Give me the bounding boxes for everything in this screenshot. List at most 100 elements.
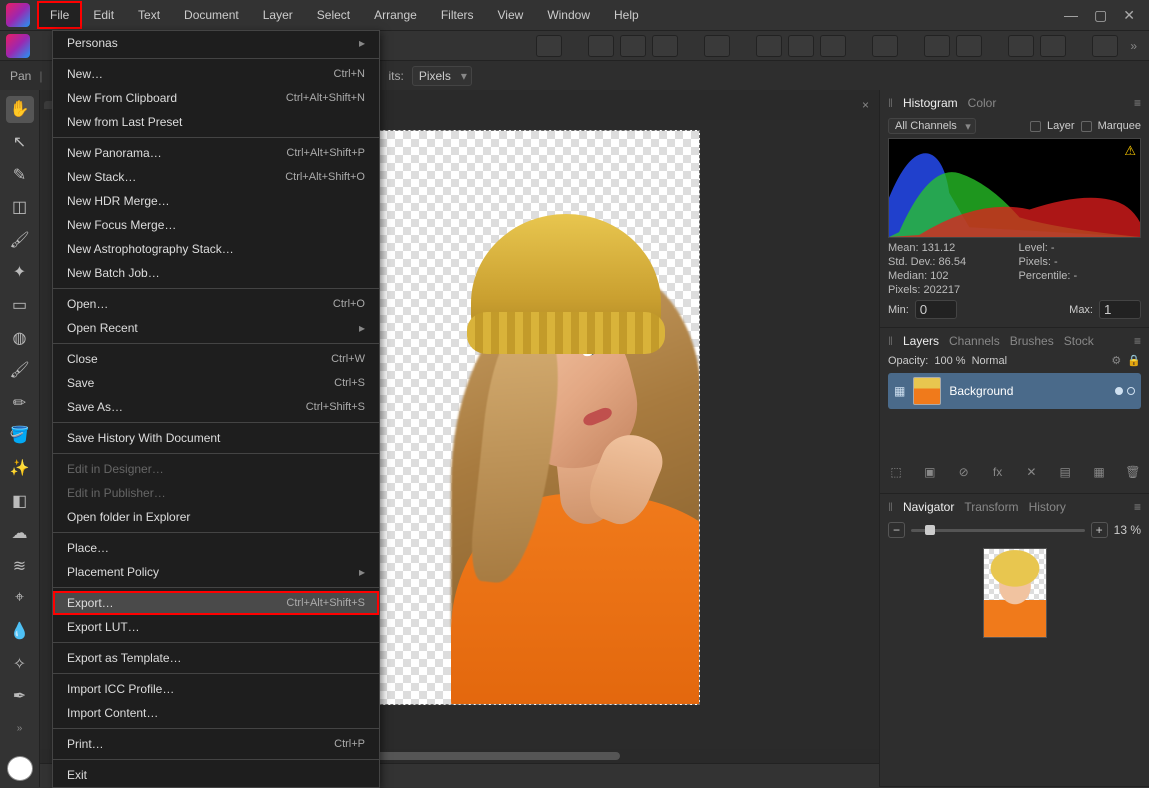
- menu-item-export-as-template[interactable]: Export as Template…: [53, 646, 379, 670]
- toolbar-button-5[interactable]: [704, 35, 730, 57]
- selection-brush-icon[interactable]: 🖌: [6, 226, 34, 253]
- panel-menu-icon[interactable]: ≡: [1134, 96, 1141, 110]
- menu-item-new-stack[interactable]: New Stack…Ctrl+Alt+Shift+O: [53, 165, 379, 189]
- toolbar-button-10[interactable]: [924, 35, 950, 57]
- menu-document[interactable]: Document: [172, 2, 251, 28]
- menu-arrange[interactable]: Arrange: [362, 2, 429, 28]
- min-input[interactable]: [915, 300, 957, 319]
- tab-stock[interactable]: Stock: [1064, 334, 1094, 348]
- zoom-out-button[interactable]: −: [888, 522, 905, 538]
- gear-icon[interactable]: ⚙: [1111, 354, 1121, 367]
- menu-item-close[interactable]: CloseCtrl+W: [53, 347, 379, 371]
- menu-edit[interactable]: Edit: [81, 2, 126, 28]
- navigator-thumbnail[interactable]: [983, 548, 1047, 638]
- hand-icon[interactable]: ✋: [6, 96, 34, 123]
- menu-item-new-batch-job[interactable]: New Batch Job…: [53, 261, 379, 285]
- toolbar-button-13[interactable]: [1040, 35, 1066, 57]
- magic-wand-icon[interactable]: ✦: [6, 259, 34, 286]
- menu-item-export-lut[interactable]: Export LUT…: [53, 615, 379, 639]
- menu-item-new-hdr-merge[interactable]: New HDR Merge…: [53, 189, 379, 213]
- menu-file[interactable]: File: [38, 2, 81, 28]
- units-select[interactable]: Pixels: [412, 66, 472, 86]
- toolbar-button-1[interactable]: [536, 35, 562, 57]
- menu-item-print[interactable]: Print…Ctrl+P: [53, 732, 379, 756]
- menu-text[interactable]: Text: [126, 2, 172, 28]
- close-window-button[interactable]: ✕: [1123, 7, 1135, 24]
- tab-navigator[interactable]: Navigator: [903, 500, 954, 514]
- layer-action-2[interactable]: ⊘: [956, 465, 972, 479]
- menu-item-open-folder-in-explorer[interactable]: Open folder in Explorer: [53, 505, 379, 529]
- marquee-icon[interactable]: ▭: [6, 292, 34, 319]
- flood-select-icon[interactable]: ◍: [6, 324, 34, 351]
- menu-item-open-recent[interactable]: Open Recent: [53, 316, 379, 340]
- sparkle-icon[interactable]: ✨: [6, 455, 34, 482]
- minimize-button[interactable]: —: [1064, 7, 1078, 24]
- fill-icon[interactable]: 🪣: [6, 422, 34, 449]
- menu-item-export[interactable]: Export…Ctrl+Alt+Shift+S: [53, 591, 379, 615]
- tools-overflow-icon[interactable]: »: [6, 716, 34, 743]
- opacity-select[interactable]: 100 %: [934, 355, 965, 367]
- menu-item-import-content[interactable]: Import Content…: [53, 701, 379, 725]
- toolbar-button-4[interactable]: [652, 35, 678, 57]
- tab-history[interactable]: History: [1029, 500, 1066, 514]
- menu-item-new-panorama[interactable]: New Panorama…Ctrl+Alt+Shift+P: [53, 141, 379, 165]
- layer-action-4[interactable]: ✕: [1023, 465, 1039, 479]
- color-picker-icon[interactable]: ✎: [6, 161, 34, 188]
- menu-item-save[interactable]: SaveCtrl+S: [53, 371, 379, 395]
- sponge-icon[interactable]: ☁: [6, 520, 34, 547]
- crop-icon[interactable]: ◫: [6, 194, 34, 221]
- toolbar-overflow-icon[interactable]: »: [1124, 39, 1143, 53]
- toolbar-button-9[interactable]: [872, 35, 898, 57]
- toolbar-button-12[interactable]: [1008, 35, 1034, 57]
- menu-view[interactable]: View: [486, 2, 536, 28]
- marquee-checkbox[interactable]: [1081, 121, 1092, 132]
- menu-item-placement-policy[interactable]: Placement Policy: [53, 560, 379, 584]
- clone-icon[interactable]: ⌖: [6, 585, 34, 612]
- pencil-icon[interactable]: ✏: [6, 389, 34, 416]
- lock-icon[interactable]: 🔒: [1127, 354, 1141, 367]
- toolbar-button-14[interactable]: [1092, 35, 1118, 57]
- menu-item-save-history-with-document[interactable]: Save History With Document: [53, 426, 379, 450]
- layer-action-7[interactable]: 🗑: [1125, 465, 1141, 479]
- blur-icon[interactable]: 💧: [6, 618, 34, 645]
- tab-close-all-icon[interactable]: ×: [852, 98, 879, 112]
- menu-item-place[interactable]: Place…: [53, 536, 379, 560]
- tab-channels[interactable]: Channels: [949, 334, 1000, 348]
- layer-action-3[interactable]: fx: [990, 465, 1006, 479]
- menu-item-new-focus-merge[interactable]: New Focus Merge…: [53, 213, 379, 237]
- layer-row[interactable]: ▦ Background: [888, 373, 1141, 409]
- menu-window[interactable]: Window: [535, 2, 602, 28]
- menu-item-save-as[interactable]: Save As…Ctrl+Shift+S: [53, 395, 379, 419]
- tab-transform[interactable]: Transform: [964, 500, 1018, 514]
- toolbar-button-6[interactable]: [756, 35, 782, 57]
- panel-grip-icon[interactable]: ‖: [888, 96, 893, 110]
- menu-item-new-from-clipboard[interactable]: New From ClipboardCtrl+Alt+Shift+N: [53, 86, 379, 110]
- zoom-slider[interactable]: [911, 529, 1085, 532]
- layer-checkbox[interactable]: [1030, 121, 1041, 132]
- tab-color[interactable]: Color: [968, 96, 997, 110]
- toolbar-button-7[interactable]: [788, 35, 814, 57]
- layer-action-0[interactable]: ⬚: [888, 465, 904, 479]
- blend-select[interactable]: Normal: [972, 355, 1106, 367]
- menu-filters[interactable]: Filters: [429, 2, 486, 28]
- layer-action-1[interactable]: ▣: [922, 465, 938, 479]
- layer-action-6[interactable]: ▦: [1091, 465, 1107, 479]
- menu-item-new[interactable]: New…Ctrl+N: [53, 62, 379, 86]
- layer-flag-icon[interactable]: [1127, 387, 1135, 395]
- menu-item-exit[interactable]: Exit: [53, 763, 379, 787]
- tab-histogram[interactable]: Histogram: [903, 96, 958, 110]
- menu-item-import-icc-profile[interactable]: Import ICC Profile…: [53, 677, 379, 701]
- toolbar-button-3[interactable]: [620, 35, 646, 57]
- pen-icon[interactable]: ✒: [6, 683, 34, 710]
- menu-select[interactable]: Select: [305, 2, 362, 28]
- panel-grip-icon[interactable]: ‖: [888, 500, 893, 514]
- panel-menu-icon[interactable]: ≡: [1134, 500, 1141, 514]
- menu-item-new-from-last-preset[interactable]: New from Last Preset: [53, 110, 379, 134]
- gradient-icon[interactable]: ◧: [6, 487, 34, 514]
- menu-item-new-astrophotography-stack[interactable]: New Astrophotography Stack…: [53, 237, 379, 261]
- layer-action-5[interactable]: ▤: [1057, 465, 1073, 479]
- toolbar-button-8[interactable]: [820, 35, 846, 57]
- channel-select[interactable]: All Channels: [888, 118, 976, 134]
- color-well[interactable]: [7, 756, 33, 781]
- panel-menu-icon[interactable]: ≡: [1134, 334, 1141, 348]
